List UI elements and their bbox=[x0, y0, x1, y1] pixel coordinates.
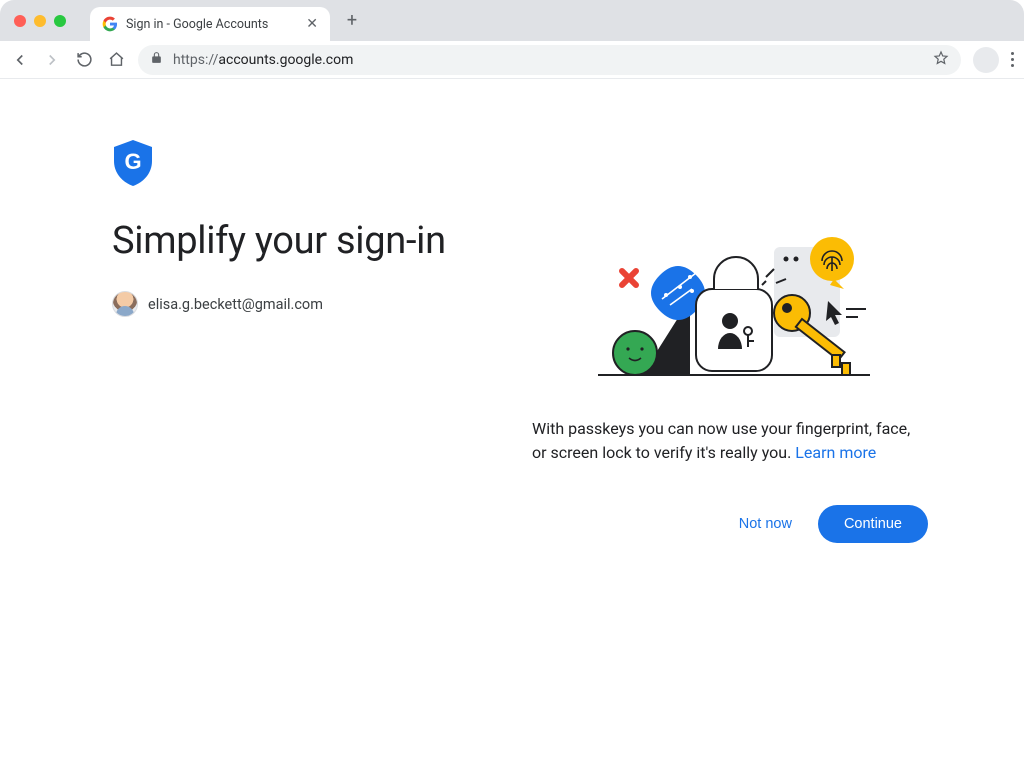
account-email: elisa.g.beckett@gmail.com bbox=[148, 296, 323, 313]
not-now-button[interactable]: Not now bbox=[721, 506, 810, 542]
close-window-button[interactable] bbox=[14, 15, 26, 27]
description-text: With passkeys you can now use your finge… bbox=[532, 417, 928, 465]
tab-title: Sign in - Google Accounts bbox=[126, 17, 298, 32]
lock-icon bbox=[150, 51, 163, 68]
google-shield-icon: G bbox=[112, 139, 512, 191]
window-controls bbox=[14, 15, 66, 27]
passkey-illustration bbox=[580, 227, 880, 387]
forward-button[interactable] bbox=[42, 50, 62, 70]
minimize-window-button[interactable] bbox=[34, 15, 46, 27]
action-row: Not now Continue bbox=[532, 505, 928, 543]
page-heading: Simplify your sign-in bbox=[112, 219, 512, 263]
right-column: With passkeys you can now use your finge… bbox=[532, 139, 928, 543]
browser-chrome: Sign in - Google Accounts ✕ + https://ac… bbox=[0, 0, 1024, 79]
close-tab-icon[interactable]: ✕ bbox=[306, 16, 318, 32]
google-favicon-icon bbox=[102, 16, 118, 32]
account-avatar-icon bbox=[112, 291, 138, 317]
home-button[interactable] bbox=[106, 50, 126, 70]
address-bar[interactable]: https://accounts.google.com bbox=[138, 45, 961, 75]
back-button[interactable] bbox=[10, 50, 30, 70]
url-text: https://accounts.google.com bbox=[173, 52, 353, 68]
page-content: G Simplify your sign-in elisa.g.beckett@… bbox=[0, 79, 1024, 543]
svg-text:G: G bbox=[124, 149, 141, 174]
browser-toolbar: https://accounts.google.com bbox=[0, 41, 1024, 79]
titlebar: Sign in - Google Accounts ✕ + bbox=[0, 0, 1024, 41]
new-tab-button[interactable]: + bbox=[338, 7, 366, 35]
continue-button[interactable]: Continue bbox=[818, 505, 928, 543]
left-column: G Simplify your sign-in elisa.g.beckett@… bbox=[112, 139, 512, 543]
profile-avatar-button[interactable] bbox=[973, 47, 999, 73]
maximize-window-button[interactable] bbox=[54, 15, 66, 27]
account-chip[interactable]: elisa.g.beckett@gmail.com bbox=[112, 291, 512, 317]
bookmark-star-icon[interactable] bbox=[933, 50, 949, 70]
browser-menu-button[interactable] bbox=[1011, 52, 1014, 67]
learn-more-link[interactable]: Learn more bbox=[795, 443, 876, 462]
browser-tab[interactable]: Sign in - Google Accounts ✕ bbox=[90, 7, 330, 41]
reload-button[interactable] bbox=[74, 50, 94, 70]
